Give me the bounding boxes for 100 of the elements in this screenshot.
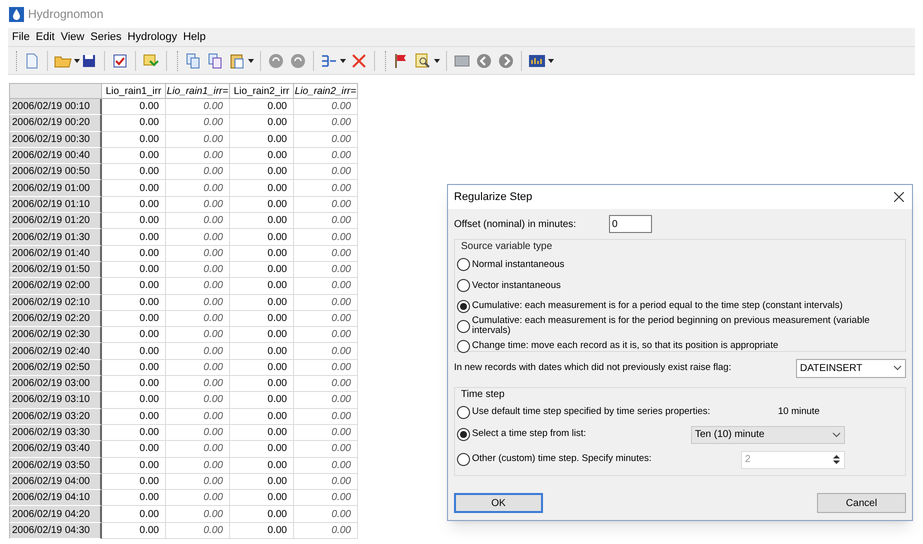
copy-icon[interactable] xyxy=(184,52,202,70)
table-cell: 0.00 xyxy=(230,343,294,360)
table-cell: 0.00 xyxy=(166,148,230,164)
row-header[interactable]: 2006/02/19 02:20 xyxy=(9,310,102,328)
row-header[interactable]: 2006/02/19 01:40 xyxy=(9,246,102,262)
radio-label[interactable]: Select a time step from list: xyxy=(472,427,691,442)
menu-item[interactable]: Hydrology xyxy=(128,28,178,46)
column-header[interactable]: Lio_rain1_irr xyxy=(102,83,166,99)
table-cell: 0.00 xyxy=(230,458,294,474)
copy-info-icon[interactable] xyxy=(206,52,224,70)
row-header[interactable]: 2006/02/19 01:30 xyxy=(9,229,102,246)
table-cell: 0.00 xyxy=(166,99,230,116)
row-header[interactable]: 2006/02/19 00:10 xyxy=(9,99,102,116)
row-header[interactable]: 2006/02/19 00:50 xyxy=(9,164,102,180)
flag-select[interactable]: DATEINSERT xyxy=(796,358,906,378)
spin-arrows-icon[interactable] xyxy=(832,454,841,465)
row-header[interactable]: 2006/02/19 02:00 xyxy=(9,278,102,295)
radio-button[interactable] xyxy=(457,258,470,271)
menu-item[interactable]: View xyxy=(60,28,84,46)
row-header[interactable]: 2006/02/19 02:10 xyxy=(9,294,102,311)
menu-item[interactable]: Series xyxy=(90,28,122,46)
radio-button[interactable] xyxy=(457,428,470,441)
row-header[interactable]: 2006/02/19 04:20 xyxy=(9,506,102,523)
row-header[interactable]: 2006/02/19 04:30 xyxy=(9,522,102,540)
column-header[interactable]: Lio_rain2_irr xyxy=(230,83,294,99)
back-icon[interactable] xyxy=(475,52,493,70)
row-header[interactable]: 2006/02/19 00:30 xyxy=(9,132,102,148)
time-step-select[interactable]: Ten (10) minute xyxy=(691,426,845,444)
table-cell: 0.00 xyxy=(294,490,358,506)
row-header[interactable]: 2006/02/19 02:40 xyxy=(9,343,102,360)
table-cell: 0.00 xyxy=(102,474,166,490)
row-header[interactable]: 2006/02/19 01:00 xyxy=(9,180,102,197)
menu-item[interactable]: Help xyxy=(183,28,206,46)
row-header[interactable]: 2006/02/19 00:20 xyxy=(9,115,102,132)
table-cell: 0.00 xyxy=(294,132,358,148)
close-icon[interactable] xyxy=(894,192,904,202)
dropdown-arrow-icon[interactable] xyxy=(434,58,440,62)
dropdown-arrow-icon[interactable] xyxy=(548,58,554,62)
row-header[interactable]: 2006/02/19 01:10 xyxy=(9,196,102,214)
table-cell: 0.00 xyxy=(102,458,166,474)
table-cell: 0.00 xyxy=(230,213,294,230)
table-cell: 0.00 xyxy=(166,392,230,409)
radio-label[interactable]: Other (custom) time step. Specify minutes: xyxy=(472,452,741,467)
row-header[interactable]: 2006/02/19 03:20 xyxy=(9,408,102,425)
dropdown-arrow-icon[interactable] xyxy=(74,58,80,62)
column-header[interactable]: Lio_rain1_irr= xyxy=(166,83,230,99)
redo-icon[interactable] xyxy=(289,52,307,70)
radio-button[interactable] xyxy=(457,300,470,312)
row-header[interactable]: 2006/02/19 00:40 xyxy=(9,148,102,164)
table-cell: 0.00 xyxy=(294,229,358,246)
cancel-button[interactable]: Cancel xyxy=(817,493,906,513)
menu-item[interactable]: Edit xyxy=(36,28,55,46)
radio-label[interactable]: Vector instantaneous xyxy=(472,280,561,290)
row-header[interactable]: 2006/02/19 02:30 xyxy=(9,327,102,344)
table-cell: 0.00 xyxy=(166,376,230,392)
group-title: Time step xyxy=(461,388,506,402)
row-header[interactable]: 2006/02/19 03:00 xyxy=(9,376,102,392)
column-header[interactable]: Lio_rain2_irr= xyxy=(294,83,358,99)
paste-icon[interactable] xyxy=(228,52,246,70)
radio-button[interactable] xyxy=(457,406,470,418)
zoom-icon[interactable] xyxy=(414,52,432,70)
table-cell: 0.00 xyxy=(230,408,294,425)
table-cell: 0.00 xyxy=(230,246,294,262)
row-header[interactable]: 2006/02/19 02:50 xyxy=(9,360,102,376)
row-header[interactable]: 2006/02/19 04:10 xyxy=(9,490,102,506)
dropdown-arrow-icon[interactable] xyxy=(248,58,254,62)
menu-item[interactable]: File xyxy=(12,28,30,46)
row-header[interactable]: 2006/02/19 01:50 xyxy=(9,262,102,278)
table-cell: 0.00 xyxy=(294,392,358,409)
radio-label[interactable]: Cumulative: each measurement is for a period equal to the time step (constant intervals) xyxy=(472,301,843,311)
forward-icon[interactable] xyxy=(497,52,515,70)
table-cell: 0.00 xyxy=(230,522,294,540)
table-cell: 0.00 xyxy=(102,327,166,344)
table-cell: 0.00 xyxy=(166,327,230,344)
table-cell: 0.00 xyxy=(294,327,358,344)
row-header[interactable]: 2006/02/19 03:50 xyxy=(9,458,102,474)
row-header[interactable]: 2006/02/19 04:00 xyxy=(9,474,102,490)
table-cell: 0.00 xyxy=(294,343,358,360)
table-cell: 0.00 xyxy=(294,424,358,442)
offset-field[interactable]: 0 xyxy=(609,215,652,233)
radio-label[interactable]: Change time: move each record as it is, so that its position is appropriate xyxy=(472,341,778,351)
table-cell: 0.00 xyxy=(102,522,166,540)
radio-label[interactable]: Cumulative: each measurement is for the period beginning on previous measurement (variable intervals) xyxy=(472,316,903,336)
delete-icon[interactable] xyxy=(350,52,368,70)
radio-button[interactable] xyxy=(457,320,470,332)
row-header[interactable]: 2006/02/19 03:40 xyxy=(9,441,102,458)
radio-label[interactable]: Normal instantaneous xyxy=(472,260,564,270)
table-cell: 0.00 xyxy=(102,310,166,328)
undo-icon[interactable] xyxy=(267,52,285,70)
table-cell: 0.00 xyxy=(230,392,294,409)
row-header[interactable]: 2006/02/19 01:20 xyxy=(9,213,102,230)
ok-button[interactable]: OK xyxy=(454,493,543,513)
radio-button[interactable] xyxy=(457,279,470,292)
dropdown-arrow-icon[interactable] xyxy=(340,58,346,62)
row-header[interactable]: 2006/02/19 03:30 xyxy=(9,424,102,442)
row-header[interactable]: 2006/02/19 03:10 xyxy=(9,392,102,409)
radio-button[interactable] xyxy=(457,453,470,466)
radio-label[interactable]: Use default time step specified by time series properties: xyxy=(472,404,774,420)
radio-button[interactable] xyxy=(457,340,470,352)
checklist-icon[interactable] xyxy=(111,52,129,70)
